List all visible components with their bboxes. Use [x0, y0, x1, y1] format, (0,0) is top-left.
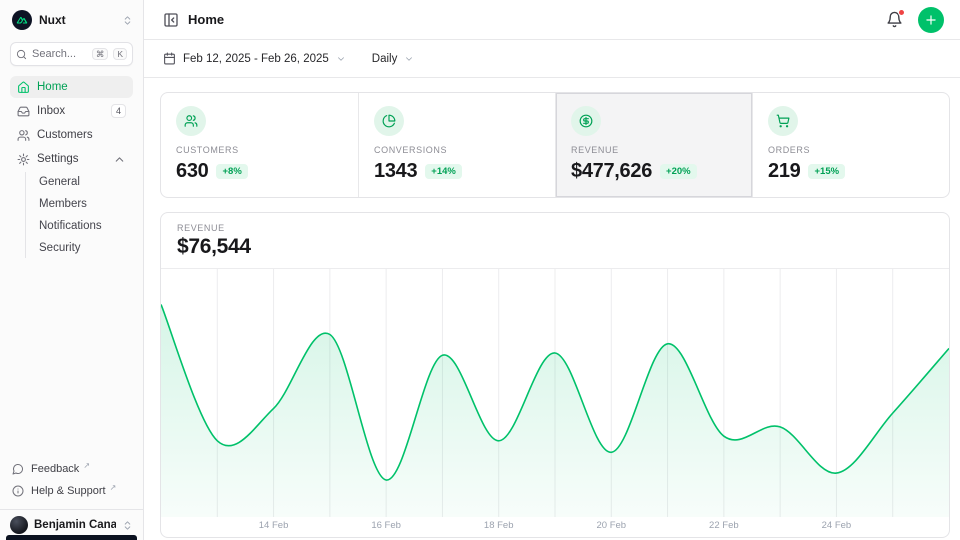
chevron-up-icon: [113, 153, 126, 166]
user-name: Benjamin Canac: [34, 519, 116, 531]
footer-link-label: Help & Support: [31, 485, 106, 497]
sidebar-item-settings[interactable]: Settings: [10, 148, 133, 170]
notification-dot: [898, 9, 905, 16]
stat-value: $477,626: [571, 160, 652, 183]
collapse-sidebar-button[interactable]: [163, 12, 179, 28]
stats-row: CUSTOMERS 630 +8% CONVERSIONS 1343 +14%: [160, 92, 950, 198]
plus-icon: [924, 13, 938, 27]
top-navbar: Home: [144, 0, 960, 40]
feedback-link[interactable]: Feedback ↗: [10, 459, 133, 479]
x-axis-tick: 16 Feb: [371, 520, 401, 531]
add-button[interactable]: [918, 7, 944, 33]
settings-subnav: General Members Notifications Security: [25, 172, 133, 258]
stat-change-badge: +8%: [216, 164, 247, 180]
sub-item-label: Members: [39, 198, 87, 210]
x-axis-labels: 14 Feb 16 Feb 18 Feb 20 Feb 22 Feb 24 Feb: [161, 517, 949, 536]
stat-label: REVENUE: [571, 145, 737, 155]
home-icon: [17, 81, 30, 94]
avatar: [10, 516, 28, 534]
stat-change-badge: +20%: [660, 164, 697, 180]
sub-item-label: General: [39, 176, 80, 188]
x-axis-tick: 18 Feb: [484, 520, 514, 531]
external-link-icon: ↗: [83, 461, 90, 470]
gear-icon: [17, 153, 30, 166]
stat-label: CONVERSIONS: [374, 145, 540, 155]
chart-title: REVENUE: [177, 223, 933, 233]
users-icon: [17, 129, 30, 142]
x-axis-tick: 20 Feb: [596, 520, 626, 531]
chevron-down-icon: [336, 54, 346, 64]
sidebar-footer: Feedback ↗ Help & Support ↗: [0, 453, 143, 509]
stat-change-badge: +15%: [808, 164, 845, 180]
stat-label: CUSTOMERS: [176, 145, 343, 155]
stat-value: 219: [768, 160, 800, 183]
stat-value: 1343: [374, 160, 417, 183]
sidebar-item-notifications[interactable]: Notifications: [26, 216, 133, 236]
page-title: Home: [188, 12, 886, 27]
sidebar-nav: Home Inbox 4 Customers Settings General …: [0, 66, 143, 258]
x-axis-tick: 24 Feb: [822, 520, 852, 531]
inbox-icon: [17, 105, 30, 118]
footer-link-label: Feedback: [31, 463, 79, 475]
calendar-icon: [163, 52, 176, 65]
stat-card-customers[interactable]: CUSTOMERS 630 +8%: [161, 93, 358, 197]
sidebar-item-label: Home: [37, 81, 68, 93]
info-circle-icon: [12, 485, 24, 497]
workspace-name: Nuxt: [39, 13, 115, 27]
chevron-down-icon: [404, 54, 414, 64]
sidebar-item-general[interactable]: General: [26, 172, 133, 192]
sidebar-item-inbox[interactable]: Inbox 4: [10, 100, 133, 122]
sub-item-label: Notifications: [39, 220, 102, 232]
cart-icon: [768, 106, 798, 136]
sidebar-item-members[interactable]: Members: [26, 194, 133, 214]
x-axis-tick: 22 Feb: [709, 520, 739, 531]
chart-pie-icon: [374, 106, 404, 136]
content-area: CUSTOMERS 630 +8% CONVERSIONS 1343 +14%: [144, 78, 960, 538]
sidebar-item-security[interactable]: Security: [26, 238, 133, 258]
users-icon: [176, 106, 206, 136]
sidebar-item-label: Customers: [37, 129, 93, 141]
sidebar-item-customers[interactable]: Customers: [10, 124, 133, 146]
stat-card-conversions[interactable]: CONVERSIONS 1343 +14%: [358, 93, 555, 197]
chart-plot-area[interactable]: [161, 269, 949, 517]
main-panel: Home Feb 12, 2025 - Feb 26, 2025 Daily: [144, 0, 960, 540]
inbox-count-badge: 4: [111, 104, 126, 119]
revenue-chart-card: REVENUE $76,544 14 Feb 16 Feb 18 Feb 20 Feb…: [160, 212, 950, 538]
message-bubble-icon: [12, 463, 24, 475]
sidebar-item-label: Inbox: [37, 105, 65, 117]
search-input-wrap[interactable]: ⌘ K: [10, 42, 133, 66]
chevrons-up-down-icon: [122, 520, 133, 531]
x-axis-tick: 14 Feb: [259, 520, 289, 531]
date-range-picker[interactable]: Feb 12, 2025 - Feb 26, 2025: [163, 52, 346, 65]
date-range-value: Feb 12, 2025 - Feb 26, 2025: [183, 53, 329, 65]
chart-total-value: $76,544: [177, 235, 933, 259]
sidebar-item-label: Settings: [37, 153, 79, 165]
app-window: Nuxt ⌘ K Home Inbox 4 Customers: [0, 0, 960, 540]
stat-card-revenue[interactable]: REVENUE $477,626 +20%: [555, 93, 752, 197]
kbd-k: K: [113, 48, 127, 61]
workspace-selector[interactable]: Nuxt: [0, 0, 143, 30]
kbd-cmd: ⌘: [92, 48, 109, 61]
external-link-icon: ↗: [110, 483, 117, 492]
nuxt-logo-icon: [12, 10, 32, 30]
sidebar: Nuxt ⌘ K Home Inbox 4 Customers: [0, 0, 144, 540]
stat-value: 630: [176, 160, 208, 183]
chevrons-up-down-icon: [122, 15, 133, 26]
filters-toolbar: Feb 12, 2025 - Feb 26, 2025 Daily: [144, 40, 960, 78]
stat-label: ORDERS: [768, 145, 934, 155]
sub-item-label: Security: [39, 242, 81, 254]
search-icon: [16, 49, 27, 60]
notifications-button[interactable]: [886, 11, 903, 28]
circle-dollar-icon: [571, 106, 601, 136]
sidebar-item-home[interactable]: Home: [10, 76, 133, 98]
search-input[interactable]: [32, 48, 87, 60]
help-support-link[interactable]: Help & Support ↗: [10, 481, 133, 501]
period-select[interactable]: Daily: [372, 53, 415, 65]
bottom-dark-bar: [6, 535, 137, 540]
stat-card-orders[interactable]: ORDERS 219 +15%: [752, 93, 949, 197]
stat-change-badge: +14%: [425, 164, 462, 180]
period-value: Daily: [372, 53, 398, 65]
revenue-area-chart[interactable]: [161, 269, 949, 517]
chart-header: REVENUE $76,544: [161, 213, 949, 269]
